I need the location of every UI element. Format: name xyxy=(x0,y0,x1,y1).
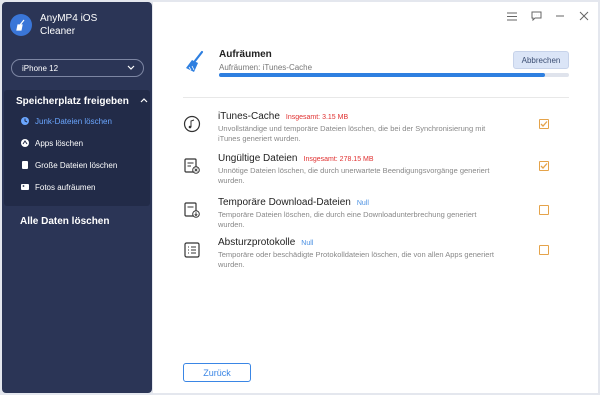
sidebar: AnyMP4 iOS Cleaner iPhone 12 Speicherpla… xyxy=(2,2,152,393)
divider xyxy=(183,97,569,98)
invalid-file-icon xyxy=(183,157,201,175)
progress-fill xyxy=(219,73,545,77)
category-description: Temporäre oder beschädigte Protokolldate… xyxy=(218,250,495,269)
app-icon xyxy=(20,138,30,148)
task-status: Aufräumen: iTunes-Cache xyxy=(219,63,313,72)
category-size: Null xyxy=(301,240,314,247)
main-panel: Aufräumen Aufräumen: iTunes-Cache Abbrec… xyxy=(153,2,598,393)
sidebar-item-delete-all[interactable]: Alle Daten löschen xyxy=(20,216,109,227)
device-selector[interactable]: iPhone 12 xyxy=(11,59,144,77)
category-size: Null xyxy=(356,200,369,207)
checkmark-icon xyxy=(540,163,548,169)
device-name: iPhone 12 xyxy=(22,63,59,73)
category-checkbox[interactable] xyxy=(539,119,549,129)
category-checkbox[interactable] xyxy=(539,245,549,255)
category-name: Temporäre Download-Dateien xyxy=(218,197,351,208)
task-title: Aufräumen xyxy=(219,49,272,60)
category-name: iTunes-Cache xyxy=(218,111,280,122)
sidebar-item-label: Große Dateien löschen xyxy=(35,160,118,170)
category-name: Absturzprotokolle xyxy=(218,237,296,248)
app-title-line2: Cleaner xyxy=(40,26,76,37)
chevron-down-icon xyxy=(127,64,135,73)
sidebar-item-apps[interactable]: Apps löschen xyxy=(20,138,83,148)
download-file-icon xyxy=(183,201,201,219)
sidebar-item-photos[interactable]: Fotos aufräumen xyxy=(20,182,95,192)
category-description: Unnötige Dateien löschen, die durch uner… xyxy=(218,166,490,185)
clock-icon xyxy=(20,116,30,126)
category-name: Ungültige Dateien xyxy=(218,153,298,164)
cancel-button[interactable]: Abbrechen xyxy=(513,51,569,69)
chevron-up-icon[interactable] xyxy=(140,96,148,105)
music-note-icon xyxy=(183,115,201,133)
category-size: Insgesamt: 3.15 MB xyxy=(285,114,349,121)
photo-icon xyxy=(20,182,30,192)
broom-icon xyxy=(183,50,207,79)
category-description: Temporäre Dateien löschen, die durch ein… xyxy=(218,210,477,229)
log-list-icon xyxy=(183,241,201,259)
file-icon xyxy=(20,160,30,170)
sidebar-item-label: Apps löschen xyxy=(35,138,84,148)
broom-logo-icon xyxy=(10,14,32,36)
sidebar-item-junk-files[interactable]: Junk-Dateien löschen xyxy=(20,116,112,126)
minimize-icon[interactable] xyxy=(554,10,566,22)
app-title-line1: AnyMP4 iOS xyxy=(40,13,98,24)
section-title-free-space[interactable]: Speicherplatz freigeben xyxy=(16,96,129,107)
menu-icon[interactable] xyxy=(506,10,518,22)
progress-bar xyxy=(219,73,569,77)
checkmark-icon xyxy=(540,121,548,127)
back-button[interactable]: Zurück xyxy=(183,363,251,382)
sidebar-item-label: Junk-Dateien löschen xyxy=(35,116,112,126)
sidebar-item-label: Fotos aufräumen xyxy=(35,182,96,192)
app-brand: AnyMP4 iOS Cleaner xyxy=(10,12,97,38)
feedback-icon[interactable] xyxy=(530,10,542,22)
close-icon[interactable] xyxy=(578,10,590,22)
category-size: Insgesamt: 278.15 MB xyxy=(303,156,374,163)
category-description: Unvollständige und temporäre Dateien lös… xyxy=(218,124,486,143)
category-checkbox[interactable] xyxy=(539,205,549,215)
sidebar-item-large-files[interactable]: Große Dateien löschen xyxy=(20,160,117,170)
category-checkbox[interactable] xyxy=(539,161,549,171)
window-controls xyxy=(506,10,590,22)
